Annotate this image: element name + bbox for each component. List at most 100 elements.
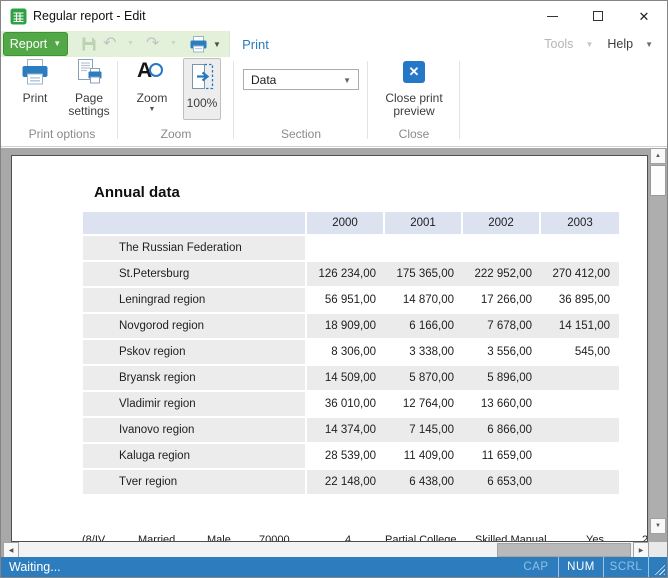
value-cell: 6 866,00 <box>463 418 541 442</box>
value-cell: 3 338,00 <box>385 340 463 364</box>
table-row: St.Petersburg126 234,00175 365,00222 952… <box>83 262 619 286</box>
value-cell <box>463 236 541 260</box>
print-button[interactable]: Print <box>11 59 59 105</box>
horizontal-scroll-thumb[interactable] <box>497 543 631 557</box>
close-print-preview-button[interactable]: ✕ Close print preview <box>373 59 455 118</box>
status-cap: CAP <box>514 557 558 577</box>
value-cell <box>541 470 619 494</box>
redo-button[interactable]: ↷ <box>146 34 159 54</box>
page-settings-label: Page settings <box>61 92 117 118</box>
undo-button[interactable]: ↶ <box>103 34 116 54</box>
value-cell: 6 653,00 <box>463 470 541 494</box>
resize-grip[interactable] <box>649 557 667 577</box>
undo-dropdown-icon[interactable]: ▼ <box>127 40 134 47</box>
group-separator <box>117 61 118 139</box>
chevron-down-icon: ▼ <box>343 76 351 85</box>
printer-icon <box>11 59 59 89</box>
menu-tools[interactable]: Tools ▼ <box>544 37 593 51</box>
row-label: Ivanovo region <box>83 418 307 442</box>
table-row: Vladimir region36 010,0012 764,0013 660,… <box>83 392 619 416</box>
preview-page: Annual data 2000200120022003 The Russian… <box>11 155 648 542</box>
clipped-cell: Skilled Manual <box>475 534 547 541</box>
table-row: The Russian Federation <box>83 236 619 260</box>
minimize-button[interactable] <box>529 1 575 31</box>
maximize-button[interactable] <box>575 1 621 31</box>
scroll-left-button[interactable]: ◀ <box>3 542 19 558</box>
zoom-100-button[interactable]: 100% <box>183 58 221 120</box>
value-cell: 14 151,00 <box>541 314 619 338</box>
value-cell: 14 870,00 <box>385 288 463 312</box>
section-select[interactable]: Data ▼ <box>243 69 359 90</box>
page-settings-button[interactable]: Page settings <box>61 59 117 118</box>
value-cell: 36 010,00 <box>307 392 385 416</box>
value-cell: 7 678,00 <box>463 314 541 338</box>
value-cell <box>307 236 385 260</box>
value-cell: 5 896,00 <box>463 366 541 390</box>
value-cell: 36 895,00 <box>541 288 619 312</box>
menu-help[interactable]: Help ▼ <box>607 37 653 51</box>
clipped-cell: (8/IV <box>82 534 105 541</box>
close-preview-label: Close print preview <box>373 92 455 118</box>
close-icon: ✕ <box>639 10 650 23</box>
scroll-down-button[interactable]: ▼ <box>650 518 666 534</box>
value-cell: 270 412,00 <box>541 262 619 286</box>
group-separator <box>233 61 234 139</box>
column-header: 2002 <box>463 212 541 234</box>
section-select-value: Data <box>251 73 276 87</box>
value-cell <box>385 236 463 260</box>
value-cell <box>541 418 619 442</box>
status-num: NUM <box>559 557 603 577</box>
scroll-right-button[interactable]: ▶ <box>633 542 649 558</box>
value-cell: 7 145,00 <box>385 418 463 442</box>
close-button[interactable]: ✕ <box>621 1 667 31</box>
clipped-cell: Yes <box>586 534 604 541</box>
tab-print[interactable]: Print <box>229 31 281 57</box>
row-label: St.Petersburg <box>83 262 307 286</box>
print-button-label: Print <box>11 92 59 105</box>
value-cell: 3 556,00 <box>463 340 541 364</box>
clipped-cell: 4 <box>345 534 351 541</box>
quick-print-button[interactable] <box>189 36 208 53</box>
row-label: Vladimir region <box>83 392 307 416</box>
value-cell: 11 659,00 <box>463 444 541 468</box>
clipped-cell: Married <box>138 534 175 541</box>
clipped-row: (8/IVMarriedMale700004Partial CollegeSki… <box>12 534 647 541</box>
row-label: The Russian Federation <box>83 236 307 260</box>
app-icon <box>10 8 27 25</box>
chevron-down-icon: ▼ <box>125 106 179 113</box>
row-label: Kaluga region <box>83 444 307 468</box>
table-row: Pskov region8 306,003 338,003 556,00545,… <box>83 340 619 364</box>
print-dropdown-icon[interactable]: ▼ <box>213 40 221 49</box>
chevron-down-icon: ▼ <box>53 40 61 48</box>
table-body: The Russian FederationSt.Petersburg126 2… <box>83 236 619 494</box>
value-cell: 14 374,00 <box>307 418 385 442</box>
vertical-scroll-thumb[interactable] <box>650 165 666 196</box>
value-cell: 12 764,00 <box>385 392 463 416</box>
row-label: Bryansk region <box>83 366 307 390</box>
status-scrl: SCRL <box>604 557 648 577</box>
zoom-icon: A <box>125 59 179 89</box>
zoom-button[interactable]: A Zoom ▼ <box>125 59 179 113</box>
row-label: Pskov region <box>83 340 307 364</box>
value-cell: 17 266,00 <box>463 288 541 312</box>
menu-right: Tools ▼ Help ▼ <box>544 31 667 57</box>
menu-tools-label: Tools <box>544 37 573 51</box>
row-label: Novgorod region <box>83 314 307 338</box>
column-header: 2003 <box>541 212 619 234</box>
status-indicators: CAPNUMSCRL <box>514 557 667 577</box>
status-message: Waiting... <box>9 557 61 577</box>
value-cell: 5 870,00 <box>385 366 463 390</box>
app-window: Regular report - Edit ✕ Report ▼ ↶ ▼ ↷ ▼… <box>0 0 668 578</box>
column-header: 2000 <box>307 212 385 234</box>
window-title: Regular report - Edit <box>33 9 146 23</box>
save-button[interactable] <box>81 36 97 52</box>
value-cell: 11 409,00 <box>385 444 463 468</box>
value-cell: 22 148,00 <box>307 470 385 494</box>
zoom-100-label: 100% <box>184 97 220 110</box>
report-menu-button[interactable]: Report ▼ <box>3 32 68 56</box>
vertical-scrollbar[interactable]: ▲ ▼ <box>650 148 666 534</box>
horizontal-scrollbar[interactable]: ◀ ▶ <box>3 542 649 558</box>
ribbon: Print Page settings A Zoom ▼ <box>1 57 667 147</box>
redo-dropdown-icon[interactable]: ▼ <box>170 40 177 47</box>
scroll-up-button[interactable]: ▲ <box>650 148 666 164</box>
